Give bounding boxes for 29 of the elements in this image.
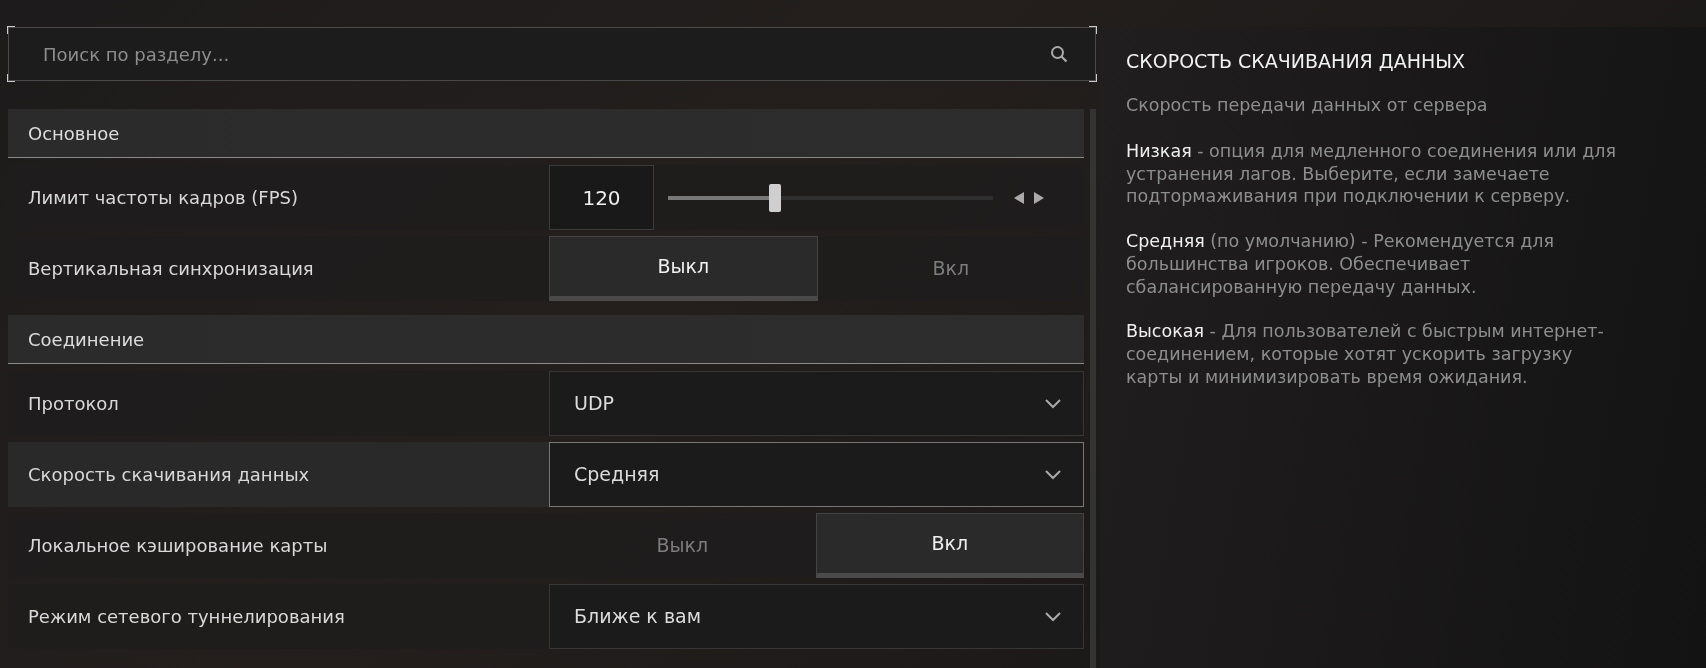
search-icon[interactable] (1050, 45, 1068, 63)
details-subtitle: Скорость передачи данных от сервера (1126, 93, 1489, 117)
dropdown[interactable]: UDP (549, 371, 1084, 436)
section-header: Основное (8, 109, 1084, 158)
setting-label: Режим сетевого туннелирования (27, 605, 346, 629)
chevron-down-icon (1045, 611, 1061, 622)
toggle-option[interactable]: Вкл (815, 513, 1084, 578)
setting-label: Локальное кэширование карты (27, 534, 329, 558)
search-field[interactable]: Поиск по разделу... (8, 27, 1096, 81)
toggle-option[interactable]: Выкл (549, 513, 816, 578)
details-paragraph: Средняя (по умолчанию) - Рекомендуется для большинства игроков. Обеспечивает сбалансированную передачу данных. (1126, 230, 1556, 299)
setting-row[interactable]: Скорость скачивания данных Средняя (8, 442, 1084, 507)
chevron-down-icon (1045, 398, 1061, 409)
toggle-option[interactable]: Вкл (817, 236, 1084, 301)
setting-label: Скорость скачивания данных (27, 463, 311, 487)
details-paragraph: Высокая - Для пользователей с быстрым интернет-соединением, которые хотят ускорить загрузку карты и минимизировать время ожидания. (1126, 320, 1605, 389)
scrollbar[interactable] (1090, 109, 1096, 668)
section-header: Соединение (8, 315, 1084, 364)
dropdown[interactable]: Средняя (549, 442, 1084, 507)
details-title: СКОРОСТЬ СКАЧИВАНИЯ ДАННЫХ (1126, 49, 1467, 74)
dropdown[interactable]: Ближе к вам (549, 584, 1084, 649)
setting-label: Вертикальная синхронизация (27, 257, 315, 281)
setting-label: Протокол (27, 392, 120, 416)
value-field[interactable]: 120 (549, 165, 654, 230)
toggle-option[interactable]: Выкл (549, 236, 818, 301)
setting-label: Лимит частоты кадров (FPS) (27, 186, 299, 210)
details-paragraph: Низкая - опция для медленного соединения или для устранения лагов. Выберите, если замечаете подтормаживания при подключении к серверу. (1126, 139, 1618, 208)
chevron-down-icon (1045, 469, 1061, 480)
slider-thumb[interactable] (769, 183, 782, 212)
